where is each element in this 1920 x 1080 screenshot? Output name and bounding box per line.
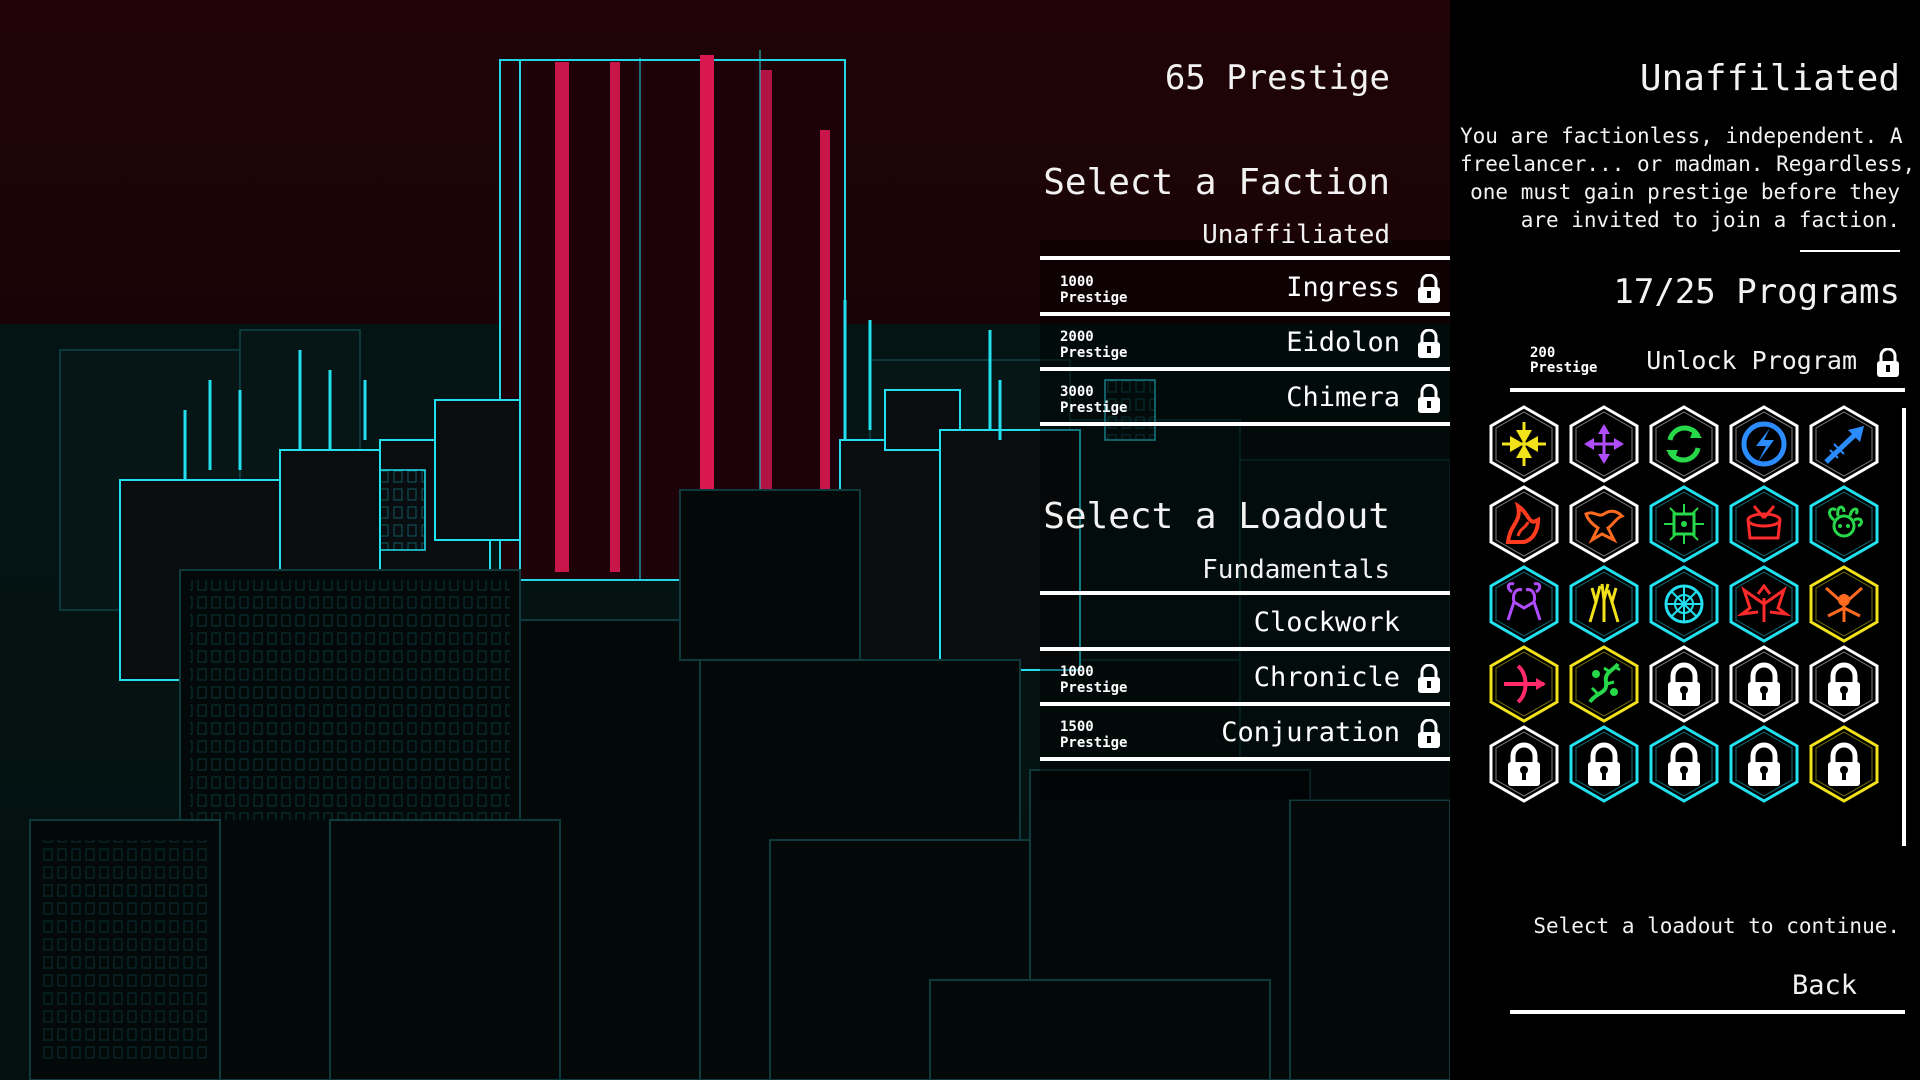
faction-cost: 3000 Prestige [1060, 384, 1128, 416]
faction-cost: 1000 Prestige [1060, 274, 1128, 306]
faction-item-ingress[interactable]: 1000 Prestige Ingress [1040, 264, 1450, 316]
program-slot[interactable] [1488, 404, 1560, 484]
lock-icon [1418, 384, 1440, 413]
back-button[interactable]: Back [1510, 966, 1905, 1014]
program-slot[interactable] [1808, 724, 1880, 804]
program-slot[interactable] [1488, 564, 1560, 644]
program-slot[interactable] [1568, 484, 1640, 564]
program-slot[interactable] [1488, 644, 1560, 724]
program-slot[interactable] [1728, 724, 1800, 804]
program-slot[interactable] [1488, 724, 1560, 804]
program-slot[interactable] [1728, 484, 1800, 564]
faction-item-chimera[interactable]: 3000 Prestige Chimera [1040, 374, 1450, 426]
program-slot[interactable] [1648, 484, 1720, 564]
detail-description: You are factionless, independent. A free… [1460, 124, 1916, 232]
web-globe-icon [1664, 584, 1704, 624]
program-slot[interactable] [1648, 724, 1720, 804]
program-slot[interactable] [1648, 404, 1720, 484]
lock-icon [1877, 348, 1899, 377]
faction-label: Eidolon [1286, 327, 1400, 358]
current-loadout: Fundamentals [1202, 555, 1390, 585]
loadout-cost: 1000 Prestige [1060, 664, 1128, 696]
loadout-divider [1040, 591, 1450, 595]
faction-heading: Select a Faction [1043, 162, 1390, 203]
program-slot[interactable] [1808, 644, 1880, 724]
loadout-item-clockwork[interactable]: Clockwork [1040, 599, 1450, 651]
program-grid [1488, 404, 1888, 814]
lock-icon [1418, 664, 1440, 693]
program-slot[interactable] [1728, 404, 1800, 484]
loadout-label: Clockwork [1253, 607, 1400, 638]
programs-count: 17/25 Programs [1613, 272, 1900, 312]
loadout-label: Conjuration [1221, 717, 1400, 748]
faction-divider [1040, 256, 1450, 260]
lock-icon [1418, 719, 1440, 748]
program-slot[interactable] [1488, 484, 1560, 564]
program-slot[interactable] [1568, 644, 1640, 724]
current-faction: Unaffiliated [1202, 220, 1390, 250]
loadout-item-chronicle[interactable]: 1000 Prestige Chronicle [1040, 654, 1450, 706]
faction-label: Chimera [1286, 382, 1400, 413]
faction-cost: 2000 Prestige [1060, 329, 1128, 361]
back-label: Back [1791, 970, 1857, 1001]
detail-title: Unaffiliated [1639, 58, 1900, 99]
description-divider [1800, 250, 1900, 252]
continue-hint: Select a loadout to continue. [1533, 914, 1900, 938]
unlock-program-button[interactable]: 200 Prestige Unlock Program [1510, 340, 1905, 392]
program-slot[interactable] [1808, 484, 1880, 564]
program-slot[interactable] [1568, 404, 1640, 484]
prestige-total: 65 Prestige [1164, 58, 1390, 98]
loadout-item-conjuration[interactable]: 1500 Prestige Conjuration [1040, 709, 1450, 761]
loadout-label: Chronicle [1253, 662, 1400, 693]
program-slot[interactable] [1728, 644, 1800, 724]
unlock-cost: 200 Prestige [1530, 345, 1598, 376]
program-slot[interactable] [1728, 564, 1800, 644]
program-slot[interactable] [1568, 564, 1640, 644]
program-slot[interactable] [1568, 724, 1640, 804]
lock-icon [1418, 329, 1440, 358]
faction-label: Ingress [1286, 272, 1400, 303]
program-slot[interactable] [1808, 404, 1880, 484]
program-slot[interactable] [1648, 644, 1720, 724]
faction-item-eidolon[interactable]: 2000 Prestige Eidolon [1040, 319, 1450, 371]
loadout-cost: 1500 Prestige [1060, 719, 1128, 751]
unlock-label: Unlock Program [1646, 346, 1857, 375]
program-slot[interactable] [1808, 564, 1880, 644]
program-slot[interactable] [1648, 564, 1720, 644]
program-scrollbar[interactable] [1902, 408, 1906, 846]
lock-icon [1418, 274, 1440, 303]
loadout-heading: Select a Loadout [1043, 496, 1390, 537]
